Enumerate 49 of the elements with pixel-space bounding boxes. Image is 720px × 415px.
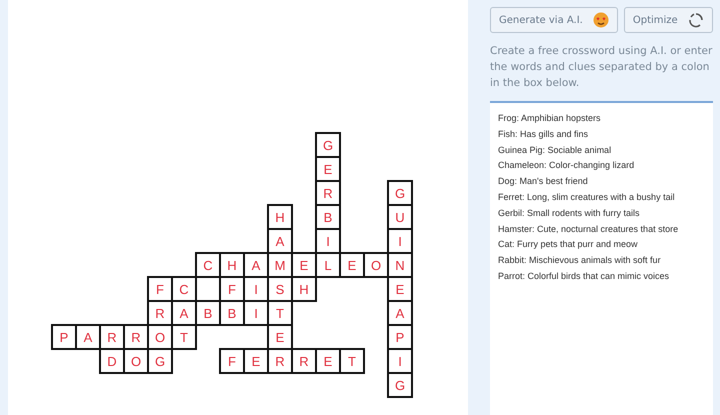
clue-line: Fish: Has gills and fins xyxy=(498,128,590,141)
crossword-cell[interactable]: E xyxy=(267,324,293,350)
crossword-cell[interactable]: G xyxy=(147,348,173,374)
crossword-cell[interactable]: I xyxy=(315,228,341,254)
crossword-cell[interactable]: I xyxy=(387,348,413,374)
crossword-cell[interactable]: A xyxy=(75,324,101,350)
crossword-cell[interactable]: C xyxy=(195,252,221,278)
clue-line: Hamster: Cute, nocturnal creatures that store xyxy=(498,222,680,236)
crossword-cell[interactable]: P xyxy=(51,324,77,350)
clue-line: Rabbit: Mischievous animals with soft fur xyxy=(498,254,662,268)
action-button[interactable]: Generate via A.I. xyxy=(490,7,618,33)
crossword-cell[interactable]: R xyxy=(291,348,317,374)
crossword-cell[interactable]: C xyxy=(171,276,197,302)
crossword-cell[interactable]: D xyxy=(99,348,125,374)
clue-line: Cat: Furry pets that purr and meow xyxy=(498,238,639,252)
crossword-cell[interactable]: H xyxy=(291,276,317,302)
clue-line: Guinea Pig: Sociable animal xyxy=(498,144,612,157)
crossword-cell[interactable]: E xyxy=(315,156,341,182)
crossword-cell[interactable]: P xyxy=(387,324,413,350)
crossword-cell[interactable]: E xyxy=(387,276,413,302)
crossword-cell[interactable]: G xyxy=(387,372,413,398)
clue-line: Chameleon: Color-changing lizard xyxy=(498,159,636,172)
crossword-cell[interactable]: O xyxy=(363,252,389,278)
crossword-cell[interactable]: A xyxy=(387,300,413,326)
clues-textarea[interactable] xyxy=(490,101,713,415)
crossword-cell[interactable]: G xyxy=(387,180,413,206)
crossword-cell[interactable]: G xyxy=(315,132,341,158)
refresh-icon xyxy=(688,12,704,28)
crossword-cell[interactable]: B xyxy=(315,204,341,230)
clue-line: Ferret: Long, slim creatures with a bushy tail xyxy=(498,190,676,204)
clue-line: Dog: Man's best friend xyxy=(498,175,589,188)
crossword-cell[interactable]: H xyxy=(267,204,293,230)
action-button[interactable]: Optimize xyxy=(624,7,713,33)
clue-line: Gerbil: Small rodents with furry tails xyxy=(498,206,641,220)
crossword-cell[interactable]: T xyxy=(339,348,365,374)
crossword-cell[interactable]: B xyxy=(195,300,221,326)
crossword-cell[interactable]: A xyxy=(267,228,293,254)
crossword-cell[interactable]: R xyxy=(315,180,341,206)
crossword-cell[interactable]: F xyxy=(219,348,245,374)
crossword-cell[interactable]: I xyxy=(387,228,413,254)
instructions-text: Create a free crossword using A.I. or enter the words and clues separated by a colon in the box below. xyxy=(490,44,713,91)
crossword-cell[interactable]: U xyxy=(387,204,413,230)
crossword-cell[interactable]: E xyxy=(243,348,269,374)
crossword-cell[interactable]: T xyxy=(171,324,197,350)
clue-line: Parrot: Colorful birds that can mimic voices xyxy=(498,270,670,283)
crossword-cell[interactable]: E xyxy=(339,252,365,278)
emoji-icon xyxy=(592,12,609,28)
crossword-cell[interactable]: E xyxy=(315,348,341,374)
clue-line: Frog: Amphibian hopsters xyxy=(498,112,602,125)
